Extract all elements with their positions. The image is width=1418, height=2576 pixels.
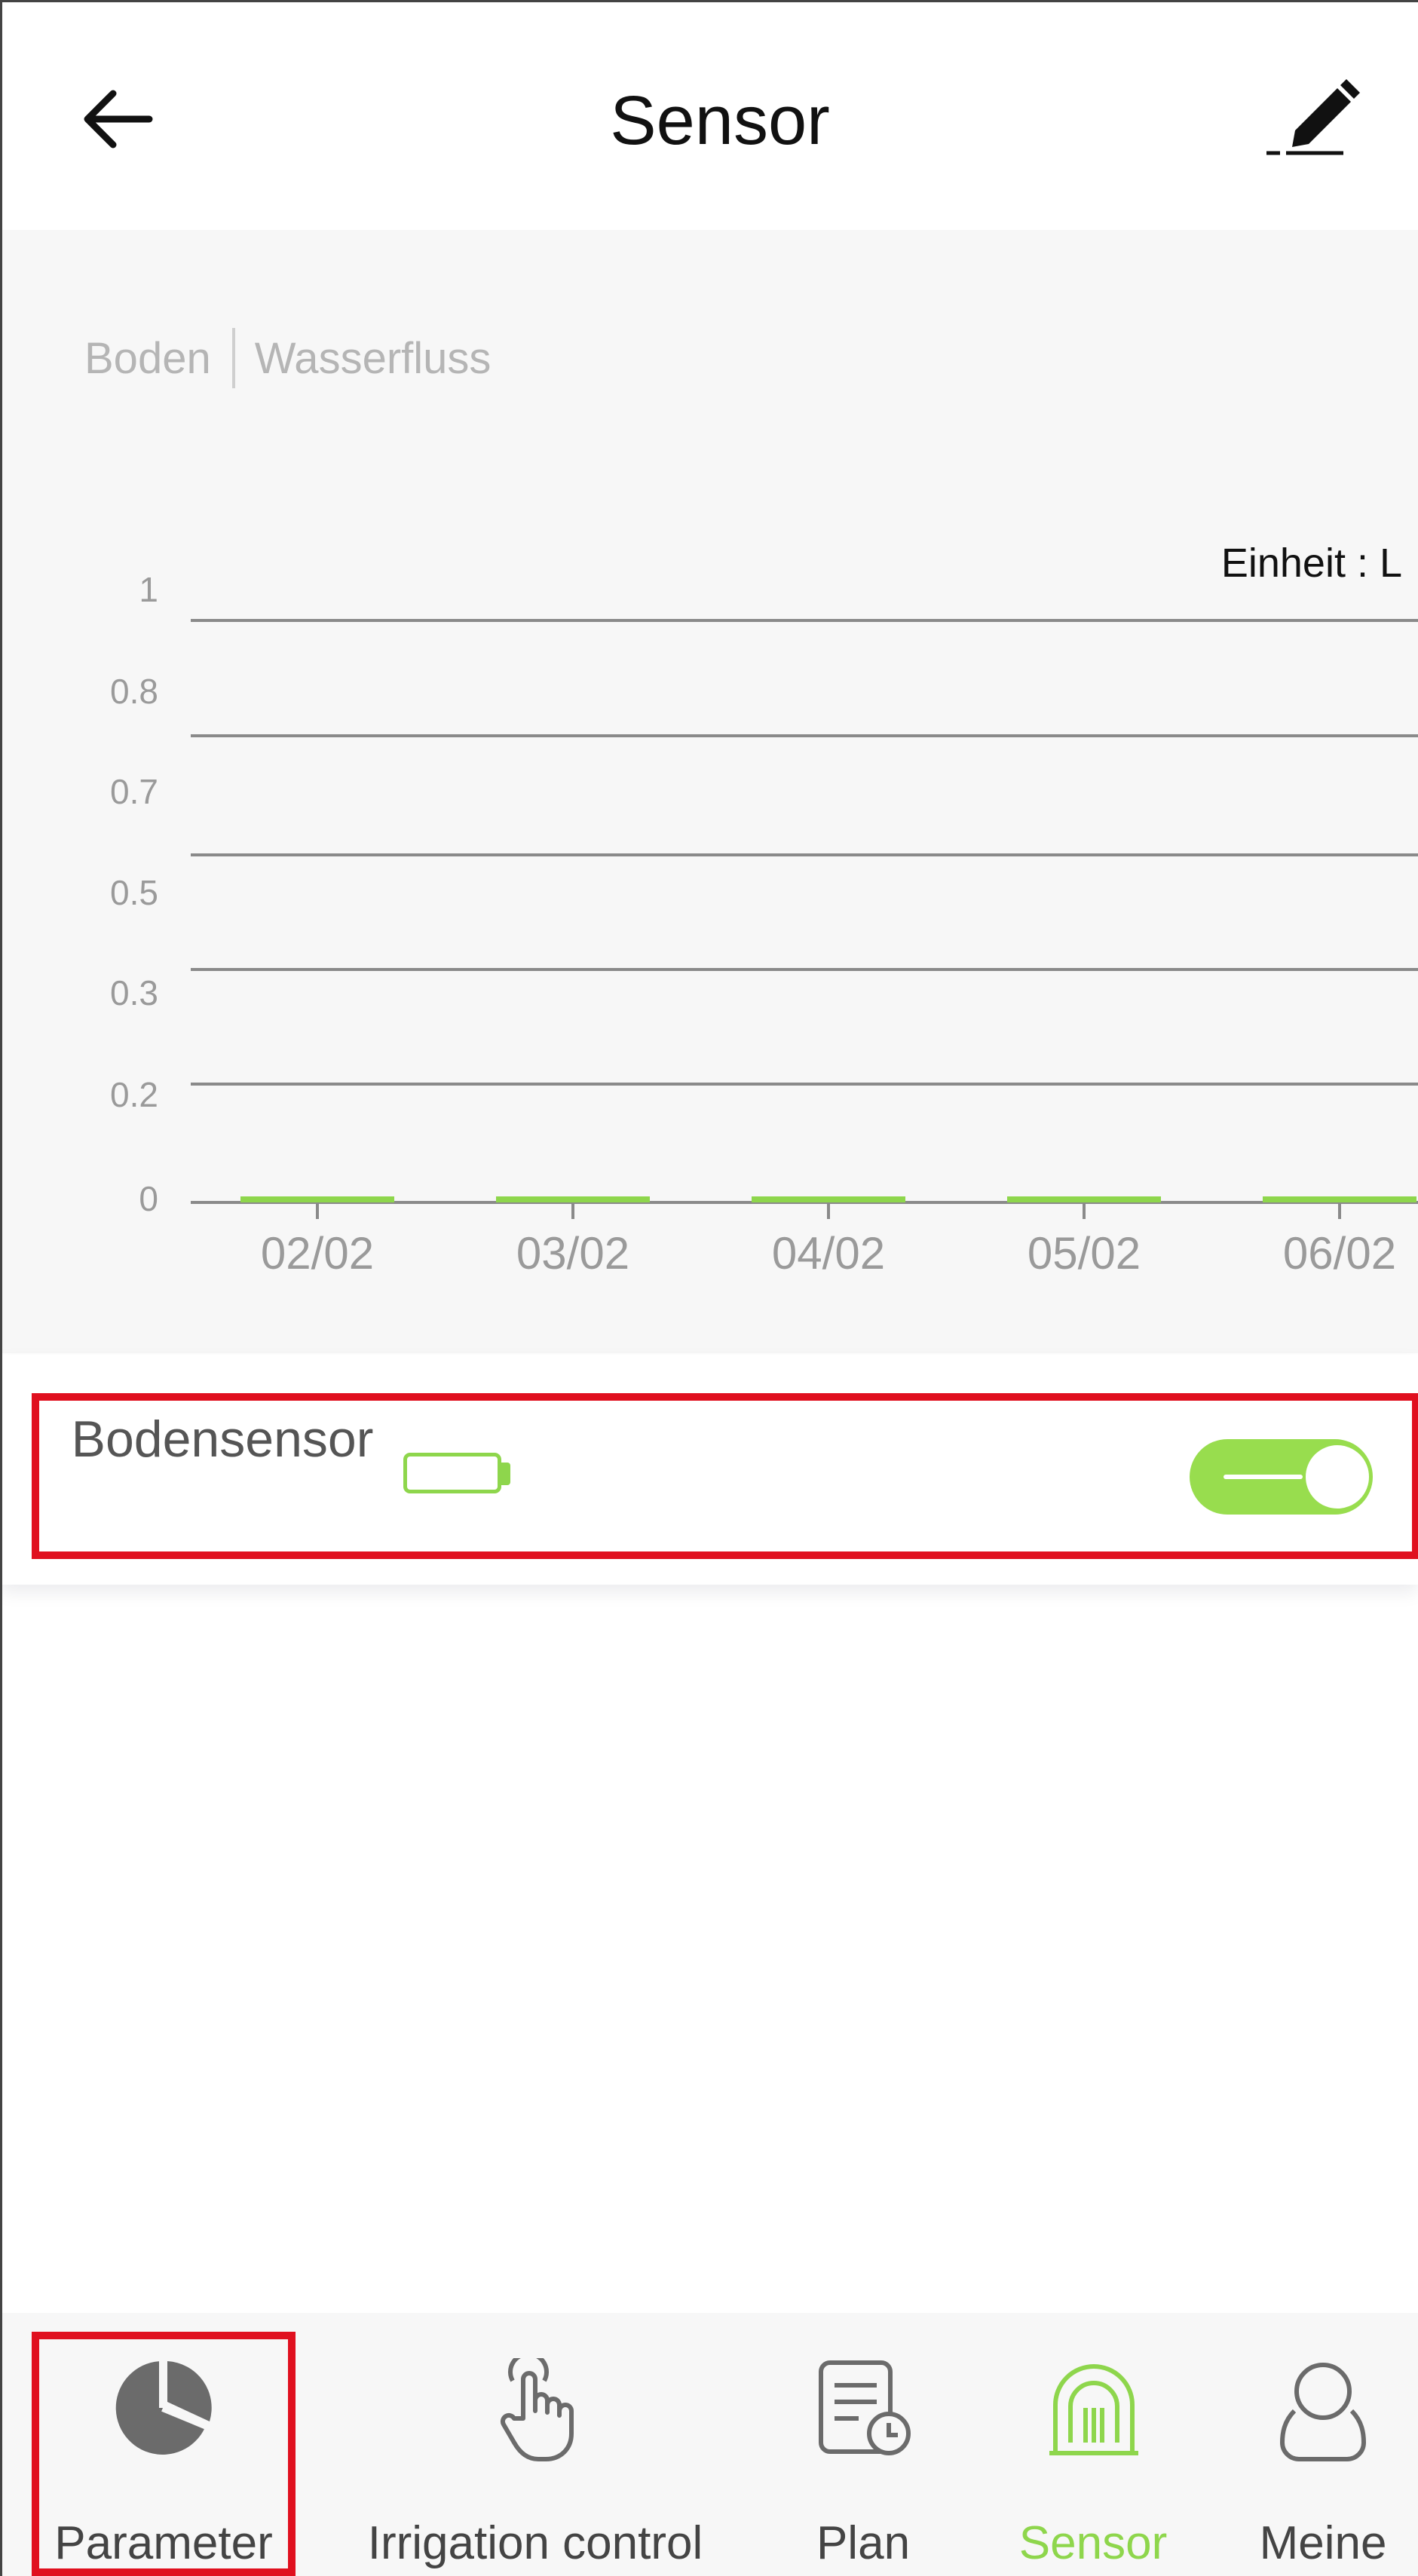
chart-bar [1007, 1196, 1161, 1202]
battery-tip [501, 1463, 510, 1485]
x-tick-label: 05/02 [1028, 1228, 1141, 1279]
y-tick-label: 0.8 [110, 672, 158, 711]
chart-bar [240, 1196, 394, 1202]
schedule-document-icon [819, 2360, 911, 2455]
y-tick-label: 0.3 [110, 973, 158, 1012]
y-tick-label: 1 [139, 570, 158, 609]
x-tick-label: 06/02 [1283, 1228, 1396, 1279]
nav-label-parameter: Parameter [54, 2517, 273, 2569]
sensor-toggle[interactable] [1190, 1439, 1373, 1515]
unit-label: Einheit : L [1221, 541, 1402, 586]
y-tick-label: 0.5 [110, 873, 158, 912]
sensor-dome-icon [1049, 2364, 1138, 2455]
sensor-list-item[interactable]: Bodensensor [0, 1355, 1418, 1585]
nav-item-parameter[interactable]: Parameter [32, 2313, 296, 2576]
bottom-navigation: Parameter Irrigation control Plan Sensor… [0, 2313, 1418, 2576]
sensor-name: Bodensensor [71, 1411, 374, 1468]
water-flow-chart: 1 0.8 0.7 0.5 0.3 0.2 0 Einheit : L 02/02 03/02 04… [110, 541, 1418, 1279]
nav-label-meine: Meine [1259, 2517, 1387, 2569]
y-tick-label: 0.7 [110, 772, 158, 811]
chart-bar [496, 1196, 650, 1202]
toggle-knob [1303, 1443, 1371, 1511]
nav-item-plan[interactable]: Plan [784, 2313, 942, 2576]
x-tick-label: 02/02 [261, 1228, 374, 1279]
nav-label-plan: Plan [816, 2517, 911, 2569]
nav-label-irrigation-control: Irrigation control [367, 2517, 703, 2569]
chart-panel: Boden Wasserfluss 1 0.8 0.7 0.5 0.3 0.2 0 Einhe… [0, 230, 1418, 1353]
edit-button[interactable] [1259, 72, 1364, 170]
nav-item-sensor[interactable]: Sensor [1003, 2313, 1184, 2576]
y-tick-label: 0 [139, 1179, 158, 1218]
page-title: Sensor [610, 82, 830, 159]
nav-item-irrigation-control[interactable]: Irrigation control [354, 2313, 716, 2576]
y-tick-label: 0.2 [110, 1075, 158, 1114]
user-icon [1279, 2363, 1367, 2461]
nav-label-sensor: Sensor [1018, 2517, 1168, 2569]
chart-bar [752, 1196, 905, 1202]
battery-icon [403, 1453, 501, 1493]
touch-hand-icon [500, 2358, 574, 2461]
x-tick-label: 03/02 [516, 1228, 629, 1279]
chart-bar [1263, 1196, 1416, 1202]
pie-chart-icon [115, 2360, 212, 2455]
nav-item-meine[interactable]: Meine [1236, 2313, 1410, 2576]
x-tick-label: 04/02 [772, 1228, 885, 1279]
pencil-edit-icon [1266, 79, 1360, 155]
app-header: Sensor [0, 0, 1418, 230]
toggle-track-line [1224, 1475, 1303, 1479]
